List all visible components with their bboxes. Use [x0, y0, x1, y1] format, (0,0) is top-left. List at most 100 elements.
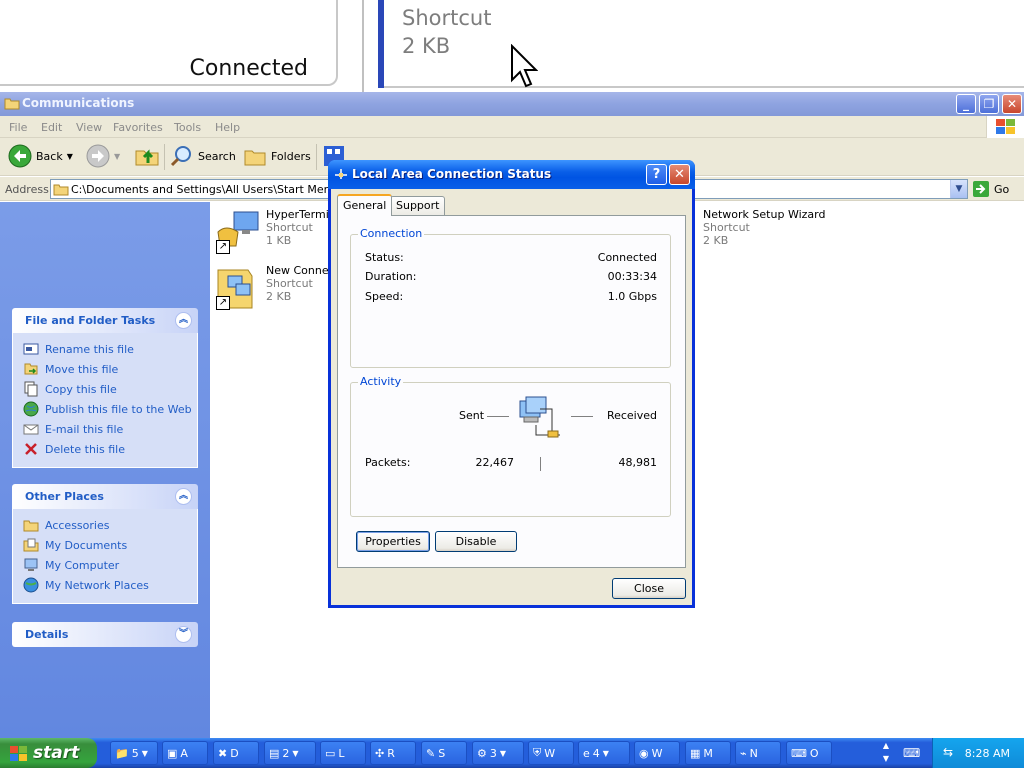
collapse-chevron-icon[interactable]: ︽	[175, 488, 192, 505]
go-label: Go	[994, 182, 1010, 196]
tab-support[interactable]: Support	[390, 196, 446, 215]
search-button[interactable]: Search	[170, 141, 236, 171]
expand-chevron-icon[interactable]: ︾	[175, 626, 192, 643]
magnifier-divider	[362, 0, 364, 92]
taskbar-button-2[interactable]: ▤ 2 ▼	[264, 741, 316, 765]
taskbar-button-3[interactable]: ⚙ 3 ▼	[472, 741, 524, 765]
taskbar-button-4[interactable]: e 4 ▼	[578, 741, 630, 765]
folders-label: Folders	[271, 149, 311, 163]
menu-help[interactable]: Help	[215, 121, 240, 134]
dialog-title: Local Area Connection Status	[352, 167, 552, 181]
tab-general[interactable]: General	[337, 194, 393, 216]
taskbar-button-w[interactable]: ⛨ W	[528, 741, 574, 765]
taskbar-button-label: L	[338, 746, 345, 760]
task-rename-file[interactable]: Rename this file	[23, 339, 197, 359]
place-my-documents[interactable]: My Documents	[23, 535, 197, 555]
window-title: Communications	[22, 96, 135, 110]
explorer-titlebar[interactable]: Communications _ ❐ ✕	[0, 92, 1024, 116]
forward-button[interactable]: ▼	[86, 141, 120, 171]
received-label: Received	[606, 409, 657, 422]
network-icon: ⌁	[740, 746, 747, 760]
back-label: Back	[36, 149, 63, 163]
received-activity-line	[571, 416, 593, 417]
duration-label: Duration:	[365, 270, 417, 283]
back-button[interactable]: Back ▼	[8, 141, 73, 171]
toolbar-separator	[164, 144, 165, 170]
keyboard-icon[interactable]: ⌨	[903, 746, 920, 760]
back-dropdown-icon[interactable]: ▼	[67, 152, 73, 161]
connection-group-label: Connection	[358, 227, 425, 240]
maximize-button[interactable]: ❐	[979, 94, 999, 114]
clock[interactable]: 8:28 AM	[965, 747, 1010, 760]
minimize-button[interactable]: _	[956, 94, 976, 114]
close-window-button[interactable]: ✕	[1002, 94, 1022, 114]
taskbar-button-o[interactable]: ⌨ O	[786, 741, 832, 765]
status-value: Connected	[597, 251, 657, 264]
globe-icon	[23, 401, 39, 417]
folder-icon: 📁	[115, 746, 129, 760]
taskbar-button-a[interactable]: ▣ A	[162, 741, 208, 765]
up-folder-button[interactable]	[134, 141, 160, 171]
setup-icon: ✎	[426, 746, 436, 760]
dialog-titlebar[interactable]: Local Area Connection Status ? ✕	[328, 160, 695, 189]
status-label: Status:	[365, 251, 404, 264]
address-dropdown-icon[interactable]: ▼	[950, 180, 967, 198]
menu-edit[interactable]: Edit	[41, 121, 62, 134]
toolbar-separator	[316, 144, 317, 170]
folders-button[interactable]: Folders	[243, 141, 311, 171]
activity-group-label: Activity	[358, 375, 404, 388]
file-name: Network Setup Wizard	[703, 208, 826, 221]
magnifier-view: Connected Shortcut 2 KB	[0, 0, 1024, 92]
menu-tools[interactable]: Tools	[174, 121, 201, 134]
task-publish-web[interactable]: Publish this file to the Web	[23, 399, 197, 419]
task-copy-file[interactable]: Copy this file	[23, 379, 197, 399]
config-icon: ▤	[269, 746, 280, 760]
forward-dropdown-icon: ▼	[114, 151, 121, 161]
file-type: Shortcut	[703, 221, 750, 234]
go-button[interactable]: Go	[972, 180, 1009, 198]
speed-value: 1.0 Gbps	[607, 290, 657, 303]
start-button[interactable]: start	[0, 738, 97, 768]
other-places-header[interactable]: Other Places ︽	[12, 484, 198, 509]
new-connection-wizard-icon: ↗	[214, 264, 262, 312]
place-accessories[interactable]: Accessories	[23, 515, 197, 535]
taskbar-button-d[interactable]: ✖ D	[213, 741, 259, 765]
network-tray-icon[interactable]: ⇆	[943, 745, 953, 759]
connection-status-dialog: Local Area Connection Status ? ✕ General…	[328, 160, 695, 608]
taskbar-button-folders[interactable]: 📁 5 ▼	[110, 741, 158, 765]
back-arrow-icon	[8, 144, 32, 168]
file-item-hyperterminal[interactable]: ↗ HyperTerminal Shortcut 1 KB	[214, 208, 346, 256]
help-button[interactable]: ?	[646, 164, 667, 185]
taskbar-button-s[interactable]: ✎ S	[421, 741, 467, 765]
taskbar-button-n[interactable]: ⌁ N	[735, 741, 781, 765]
packets-divider	[540, 457, 541, 471]
mouse-cursor-icon	[511, 44, 538, 88]
details-header[interactable]: Details ︾	[12, 622, 198, 647]
task-move-file[interactable]: Move this file	[23, 359, 197, 379]
properties-button[interactable]: Properties	[356, 531, 430, 552]
taskbar-button-media[interactable]: ◉ W	[634, 741, 680, 765]
taskbar-button-label: A	[180, 746, 188, 760]
taskbar-button-l[interactable]: ▭ L	[320, 741, 366, 765]
taskbar-button-r[interactable]: ✣ R	[370, 741, 416, 765]
taskbar-button-m[interactable]: ▦ M	[685, 741, 731, 765]
menu-favorites[interactable]: Favorites	[113, 121, 163, 134]
task-email-file[interactable]: E-mail this file	[23, 419, 197, 439]
close-button[interactable]: Close	[612, 578, 686, 599]
folders-icon	[244, 150, 266, 166]
address-path: C:\Documents and Settings\All Users\Star…	[71, 183, 366, 196]
tools-icon: ✖	[218, 746, 228, 760]
shield-icon: ⛨	[533, 746, 542, 759]
task-delete-file[interactable]: Delete this file	[23, 439, 197, 459]
shortcut-arrow-icon: ↗	[216, 240, 230, 254]
disable-button[interactable]: Disable	[435, 531, 517, 552]
menu-file[interactable]: File	[9, 121, 27, 134]
folder-icon	[4, 98, 20, 110]
dialog-close-icon-button[interactable]: ✕	[669, 164, 690, 185]
place-my-network-places[interactable]: My Network Places	[23, 575, 197, 595]
collapse-chevron-icon[interactable]: ︽	[175, 312, 192, 329]
place-my-computer[interactable]: My Computer	[23, 555, 197, 575]
menu-view[interactable]: View	[76, 121, 102, 134]
file-folder-tasks-header[interactable]: File and Folder Tasks ︽	[12, 308, 198, 333]
taskbar-scroll-arrows[interactable]: ▲ ▼	[878, 739, 894, 767]
